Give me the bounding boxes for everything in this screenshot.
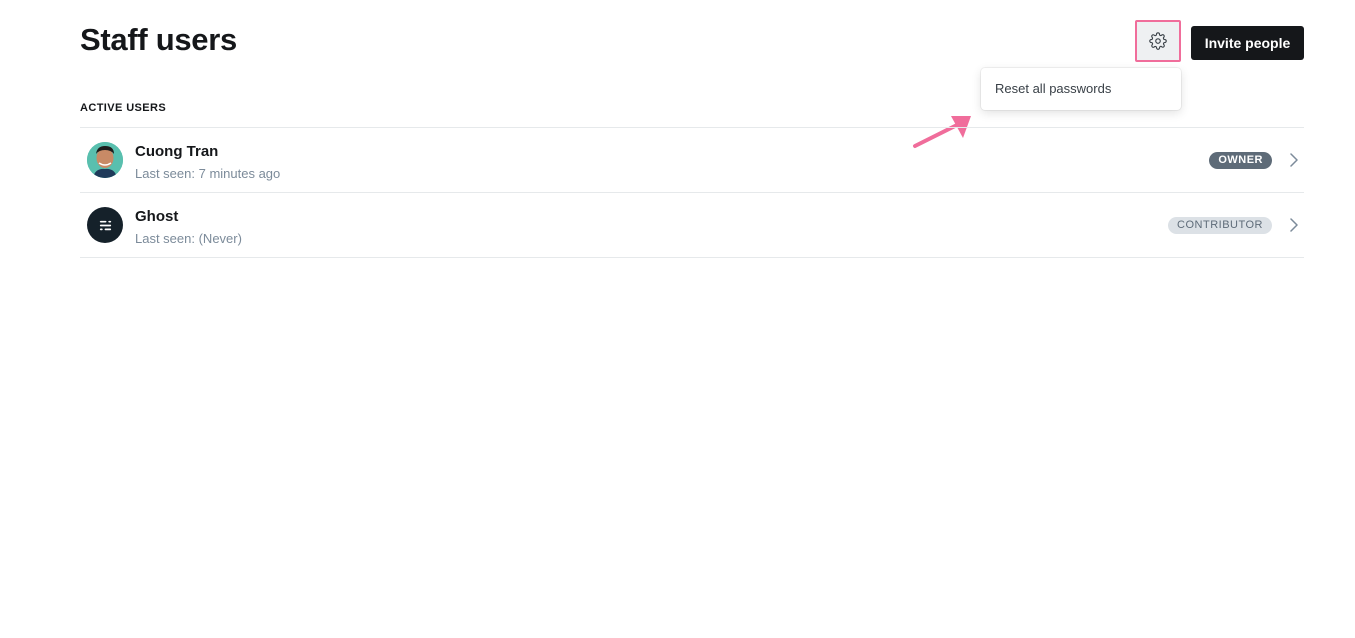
chevron-right-icon	[1290, 153, 1298, 167]
chevron-right-icon	[1290, 218, 1298, 232]
reset-all-passwords-menu-item[interactable]: Reset all passwords	[995, 81, 1111, 96]
invite-people-button[interactable]: Invite people	[1191, 26, 1304, 60]
user-name: Ghost	[135, 208, 179, 225]
user-row-ghost[interactable]: Ghost Last seen: (Never) CONTRIBUTOR	[80, 193, 1304, 258]
avatar	[87, 142, 123, 178]
user-name: Cuong Tran	[135, 143, 219, 160]
page-title: Staff users	[80, 22, 237, 57]
settings-dropdown-menu: Reset all passwords	[981, 68, 1181, 110]
role-badge: CONTRIBUTOR	[1168, 217, 1272, 234]
role-badge: OWNER	[1209, 152, 1272, 169]
active-users-heading: ACTIVE USERS	[80, 102, 167, 114]
ghost-logo-avatar	[87, 207, 123, 243]
settings-button[interactable]	[1135, 20, 1181, 62]
user-row-cuong-tran[interactable]: Cuong Tran Last seen: 7 minutes ago OWNE…	[80, 128, 1304, 193]
user-list: Cuong Tran Last seen: 7 minutes ago OWNE…	[80, 127, 1304, 258]
gear-icon	[1149, 32, 1167, 50]
last-seen-text: Last seen: (Never)	[135, 231, 242, 246]
last-seen-text: Last seen: 7 minutes ago	[135, 166, 281, 181]
